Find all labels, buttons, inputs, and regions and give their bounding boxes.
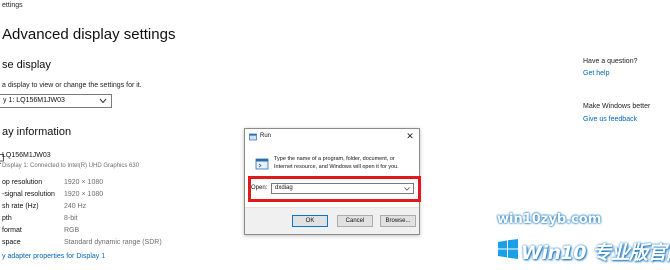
info-value: 1920 × 1080 (64, 179, 104, 186)
cancel-button[interactable]: Cancel (337, 215, 373, 227)
info-label: op resolution (2, 179, 43, 186)
monitor-connection: Display 1: Connected to Intel(R) UHD Gra… (2, 163, 140, 169)
choose-display-heading: se display (2, 59, 51, 71)
display-select-value: y 1: LQ156M1JW03 (3, 97, 65, 104)
chevron-down-icon (99, 98, 107, 104)
info-label: format (2, 227, 22, 234)
info-value: 1920 × 1080 (64, 191, 104, 198)
info-value: 240 Hz (64, 203, 87, 210)
info-value: RGB (64, 227, 80, 234)
info-label: pth (2, 215, 12, 222)
window-caption: ettings (2, 2, 23, 9)
run-buttons-bar: OK Cancel Browse... (245, 207, 419, 234)
highlight-box (248, 176, 421, 202)
run-app-icon (255, 158, 269, 170)
watermark-site: win10zyb.com (497, 212, 602, 227)
info-row-color-format: format RGB (2, 227, 182, 237)
info-row-refresh-rate: sh rate (Hz) 240 Hz (2, 203, 182, 213)
make-windows-better-heading: Make Windows better (583, 103, 651, 110)
close-icon[interactable]: ✕ (405, 131, 415, 141)
info-label: space (2, 239, 21, 246)
info-row-active-signal-resolution: -signal resolution 1920 × 1080 (2, 191, 182, 201)
display-info-heading: ay information (2, 126, 72, 138)
info-value: Standard dynamic range (SDR) (64, 239, 162, 246)
browse-button[interactable]: Browse... (380, 215, 416, 227)
windows-logo-icon (498, 239, 518, 259)
page-title: Advanced display settings (2, 26, 176, 43)
have-question-heading: Have a question? (583, 58, 638, 65)
run-icon (249, 133, 257, 141)
info-value: 8-bit (64, 215, 78, 222)
get-help-link[interactable]: Get help (583, 70, 609, 77)
run-titlebar[interactable]: Run ✕ (245, 129, 419, 145)
run-dialog-title: Run (260, 133, 272, 139)
info-row-color-space: space Standard dynamic range (SDR) (2, 239, 182, 249)
info-label: -signal resolution (2, 191, 55, 198)
display-select[interactable]: y 1: LQ156M1JW03 (0, 94, 112, 108)
ok-button[interactable]: OK (292, 215, 328, 227)
watermark-text: Win10 专业版官网 (521, 242, 670, 264)
choose-display-hint: a display to view or change the settings… (2, 82, 142, 89)
info-label: sh rate (Hz) (2, 203, 39, 210)
give-feedback-link[interactable]: Give us feedback (583, 116, 637, 123)
monitor-name: LQ156M1JW03 (2, 152, 51, 159)
adapter-properties-link[interactable]: y adapter properties for Display 1 (2, 253, 105, 260)
info-row-bit-depth: pth 8-bit (2, 215, 182, 225)
run-description: Type the name of a program, folder, docu… (274, 156, 399, 170)
info-row-desktop-resolution: op resolution 1920 × 1080 (2, 179, 182, 189)
